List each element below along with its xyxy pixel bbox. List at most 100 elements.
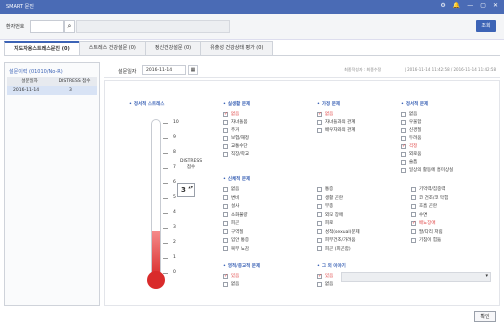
- tab-mental-health[interactable]: 정신건강설문 (0): [144, 41, 202, 55]
- physical-checkbox[interactable]: 피로: [317, 220, 333, 226]
- emotional-checkbox[interactable]: ✓ 걱정: [401, 143, 417, 149]
- checkbox-icon[interactable]: [223, 143, 228, 149]
- checkbox-icon[interactable]: [223, 203, 228, 209]
- emotional-checkbox[interactable]: 우울함: [401, 119, 421, 125]
- practical-checkbox[interactable]: 자녀돌봄: [223, 119, 248, 125]
- checkbox-icon[interactable]: [317, 119, 322, 125]
- maximize-icon[interactable]: ▢: [480, 2, 486, 9]
- emotional-checkbox[interactable]: 외로움: [401, 151, 421, 157]
- physical-checkbox[interactable]: 호흡 곤란: [411, 203, 437, 209]
- physical-checkbox[interactable]: 코 건조/코 막힘: [411, 195, 448, 201]
- checkbox-icon[interactable]: [223, 246, 228, 251]
- notification-icon[interactable]: 🔔: [453, 2, 460, 9]
- emotional-checkbox[interactable]: 신경질: [401, 127, 421, 133]
- checkmark-icon[interactable]: ✓: [223, 111, 228, 117]
- spiritual-checkbox[interactable]: ✓ 있음: [223, 273, 239, 279]
- emotional-checkbox[interactable]: 일상의 활동에 흥미상실: [401, 167, 453, 173]
- stepper-arrows-icon[interactable]: ▲▼: [188, 184, 193, 190]
- family-checkbox[interactable]: 자녀들과의 관계: [317, 119, 355, 125]
- family-checkbox[interactable]: 배우자와의 관계: [317, 127, 355, 133]
- practical-checkbox[interactable]: 주거: [223, 127, 239, 133]
- physical-checkbox[interactable]: 설사: [223, 203, 239, 209]
- physical-checkbox[interactable]: 변비: [223, 195, 239, 201]
- checkbox-icon[interactable]: [401, 127, 406, 133]
- checkmark-icon[interactable]: ✓: [317, 111, 322, 117]
- physical-checkbox[interactable]: 기침이 힘듦: [411, 237, 441, 243]
- emotional-checkbox[interactable]: 없음: [401, 111, 417, 117]
- checkbox-icon[interactable]: [317, 281, 322, 287]
- practical-checkbox[interactable]: ✓ 없음: [223, 111, 239, 117]
- minimize-icon[interactable]: —: [467, 2, 473, 9]
- survey-date-input[interactable]: 2016-11-14: [142, 65, 186, 75]
- physical-checkbox[interactable]: 복부 뇨감: [223, 246, 249, 252]
- practical-checkbox[interactable]: 직장/학교: [223, 151, 249, 157]
- checkbox-icon[interactable]: [223, 220, 228, 226]
- family-checkbox[interactable]: ✓ 없음: [317, 111, 333, 117]
- physical-checkbox[interactable]: 팔/다리 저림: [411, 229, 443, 235]
- distress-score-stepper[interactable]: 3 ▲▼: [177, 183, 195, 197]
- physical-checkbox[interactable]: 통증: [317, 186, 333, 192]
- checkbox-icon[interactable]: [411, 186, 416, 192]
- history-row[interactable]: 2016-11-14 3: [7, 86, 97, 95]
- ok-button[interactable]: 확인: [474, 311, 496, 322]
- physical-checkbox[interactable]: 기억력/집중력: [411, 186, 445, 192]
- checkbox-icon[interactable]: [223, 119, 228, 125]
- checkbox-icon[interactable]: [223, 186, 228, 192]
- checkbox-icon[interactable]: [401, 167, 406, 173]
- physical-checkbox[interactable]: 소화불량: [223, 212, 248, 218]
- checkbox-icon[interactable]: [401, 111, 406, 117]
- checkbox-icon[interactable]: [401, 135, 406, 141]
- physical-checkbox[interactable]: ✓ 배뇨장애: [411, 220, 436, 226]
- checkbox-icon[interactable]: [223, 212, 228, 217]
- checkbox-icon[interactable]: [223, 135, 228, 141]
- checkbox-icon[interactable]: [411, 212, 416, 217]
- emotional-checkbox[interactable]: 슬픔: [401, 159, 417, 165]
- checkbox-icon[interactable]: [401, 119, 406, 125]
- search-icon[interactable]: ⌕: [64, 20, 75, 33]
- checkbox-icon[interactable]: [223, 281, 228, 287]
- calendar-icon[interactable]: ▦: [188, 65, 198, 75]
- physical-checkbox[interactable]: 입안 통증: [223, 237, 249, 243]
- checkmark-icon[interactable]: ✓: [401, 143, 406, 149]
- checkbox-icon[interactable]: [317, 127, 322, 133]
- physical-checkbox[interactable]: 구역질: [223, 229, 243, 235]
- tab-leader-stress[interactable]: 지도자용스트레스문진 (0): [4, 41, 80, 55]
- checkbox-icon[interactable]: [317, 237, 322, 243]
- physical-checkbox[interactable]: 없음: [223, 186, 239, 192]
- checkbox-icon[interactable]: [223, 237, 228, 243]
- other-detail-select[interactable]: ▾: [341, 272, 491, 282]
- practical-checkbox[interactable]: 보험/재정: [223, 135, 249, 141]
- checkbox-icon[interactable]: [401, 159, 406, 165]
- physical-checkbox[interactable]: 피부건조/가려움: [317, 237, 356, 243]
- checkbox-icon[interactable]: [317, 220, 322, 226]
- physical-checkbox[interactable]: 외모 장애: [317, 212, 343, 218]
- emotional-checkbox[interactable]: 두려움: [401, 135, 421, 141]
- tab-health-assessment[interactable]: 유출성 건강상태 평가 (0): [200, 41, 274, 55]
- checkmark-icon[interactable]: ✓: [411, 220, 416, 226]
- practical-checkbox[interactable]: 교통수단: [223, 143, 248, 149]
- physical-checkbox[interactable]: 생활 곤란: [317, 195, 343, 201]
- checkbox-icon[interactable]: [223, 151, 228, 157]
- checkbox-icon[interactable]: [317, 186, 322, 192]
- tab-stress-health[interactable]: 스트레스 건강설문 (0): [78, 41, 146, 55]
- physical-checkbox[interactable]: 부종: [317, 203, 333, 209]
- checkbox-icon[interactable]: [317, 212, 322, 217]
- physical-checkbox[interactable]: 성적(sexual)문제: [317, 229, 360, 235]
- other-checkbox[interactable]: ✓ 있음: [317, 273, 333, 279]
- settings-icon[interactable]: ⚙: [440, 2, 445, 9]
- checkbox-icon[interactable]: [411, 229, 416, 234]
- close-icon[interactable]: ✕: [493, 2, 498, 9]
- patient-number-input[interactable]: [30, 20, 64, 33]
- checkmark-icon[interactable]: ✓: [223, 273, 228, 279]
- checkbox-icon[interactable]: [411, 195, 416, 200]
- checkmark-icon[interactable]: ✓: [317, 273, 322, 279]
- checkbox-icon[interactable]: [317, 229, 322, 234]
- checkbox-icon[interactable]: [223, 195, 228, 200]
- checkbox-icon[interactable]: [411, 237, 416, 243]
- checkbox-icon[interactable]: [317, 246, 322, 251]
- checkbox-icon[interactable]: [317, 195, 322, 200]
- checkbox-icon[interactable]: [411, 203, 416, 209]
- other-checkbox[interactable]: 없음: [317, 281, 333, 287]
- physical-checkbox[interactable]: 피곤 (피곤함): [317, 246, 351, 252]
- checkbox-icon[interactable]: [401, 151, 406, 157]
